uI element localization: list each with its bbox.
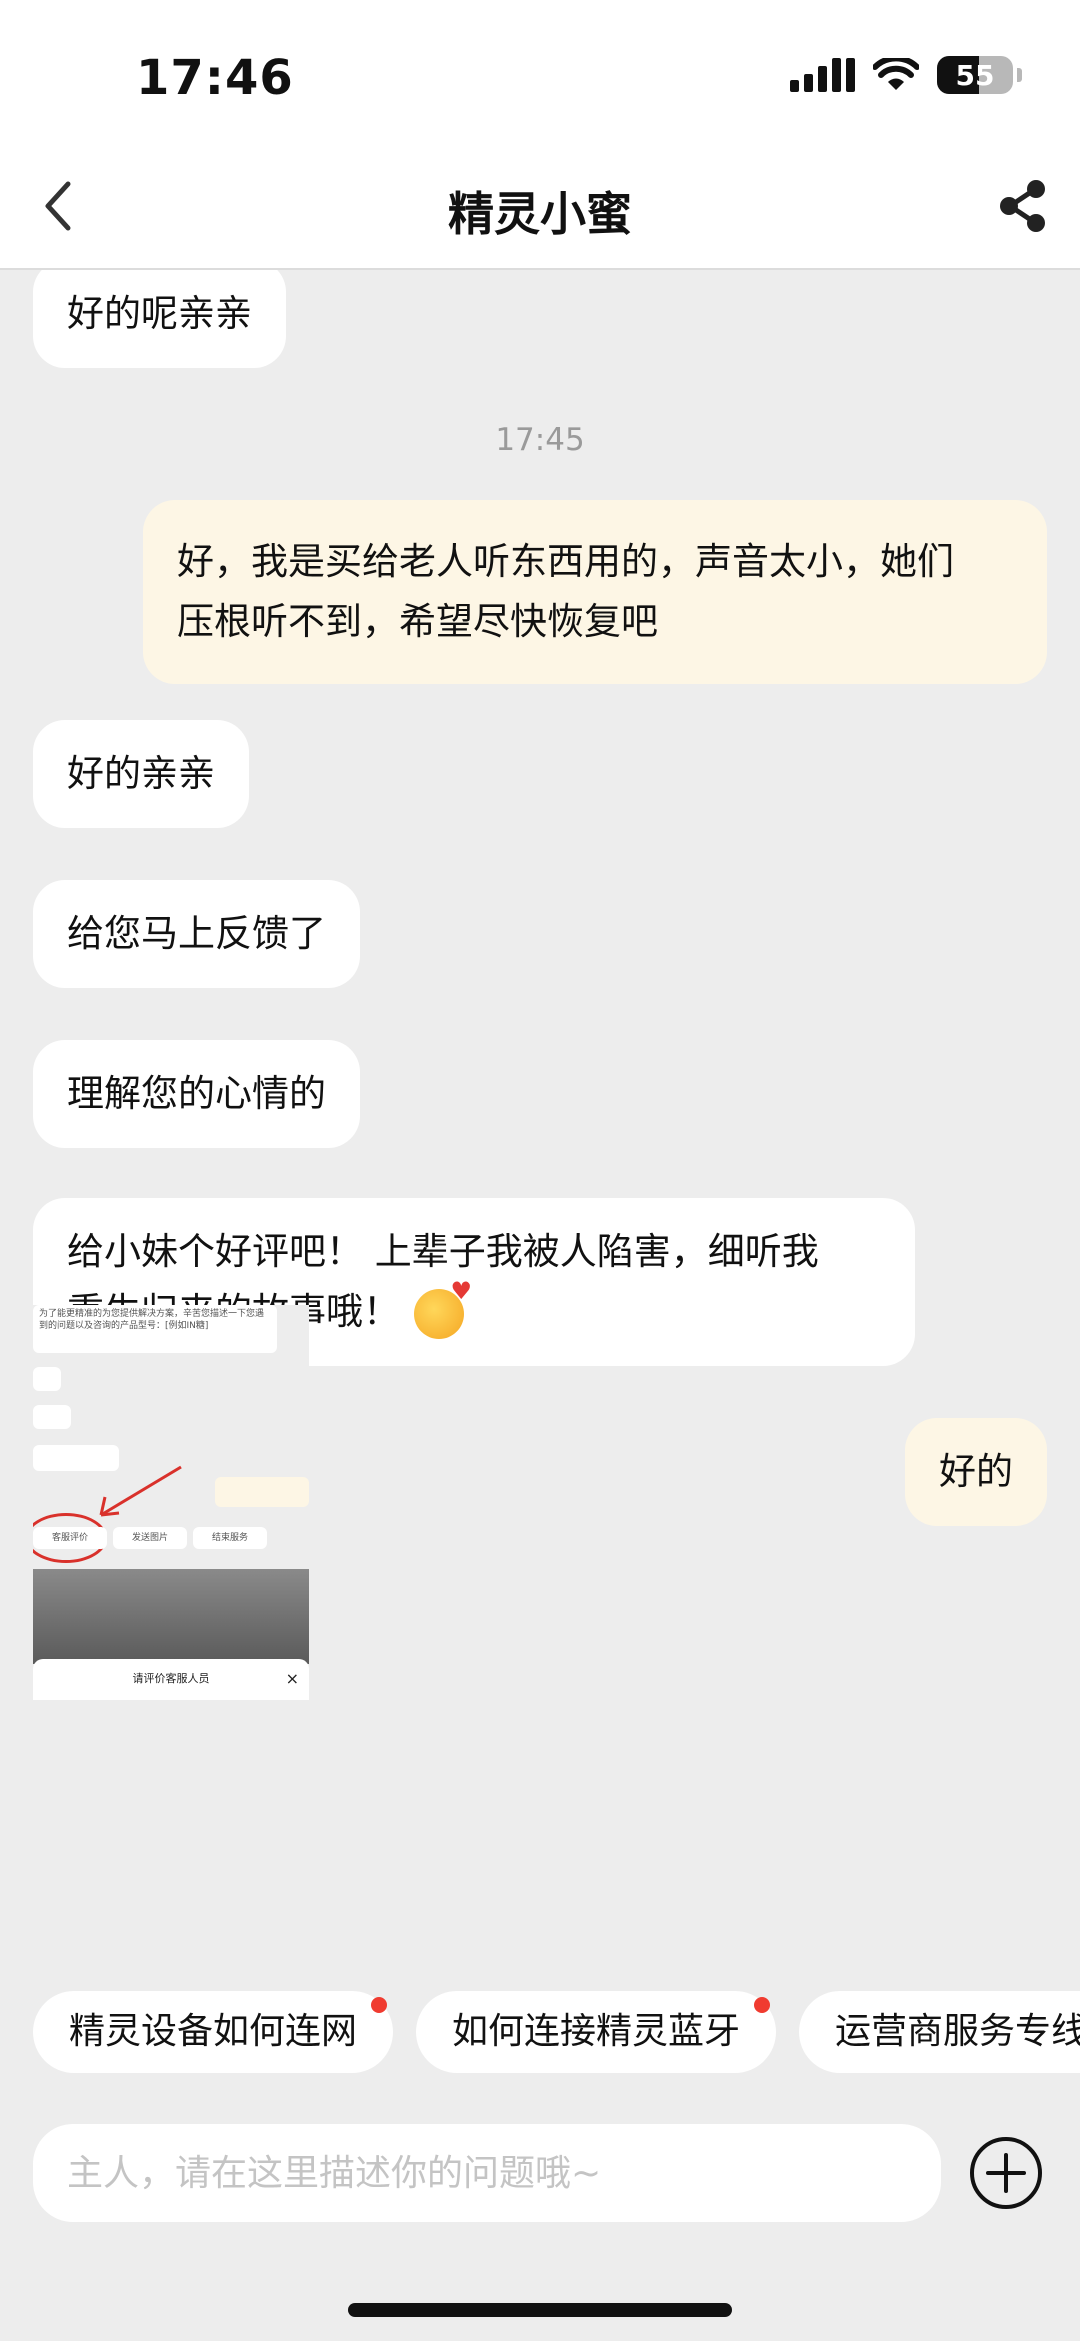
quick-chip-network[interactable]: 精灵设备如何连网 [33,1991,394,2073]
quick-chip-bluetooth[interactable]: 如何连接精灵蓝牙 [416,1991,777,2073]
message-bubble-incoming: 好的呢亲亲 [33,270,286,368]
wifi-icon [873,58,919,90]
blushing-kiss-emoji-icon [414,1279,472,1339]
message-input[interactable] [33,2124,941,2222]
chip-label: 如何连接精灵蓝牙 [452,2011,741,2052]
message-text: 好的呢亲亲 [67,292,252,335]
message-text-line: 给小妹个好评吧！ 上辈子我被人陷害，细听我 [67,1230,819,1273]
image-message-thumbnail[interactable]: 为了能更精准的为您提供解决方案，辛苦您描述一下您遇到的问题以及咨询的产品型号：[… [33,1305,309,1700]
red-arrow-annotation-icon [99,1465,182,1517]
message-bubble-incoming: 给您马上反馈了 [33,880,360,988]
thumbnail-intro-text: 为了能更精准的为您提供解决方案，辛苦您描述一下您遇到的问题以及咨询的产品型号：[… [33,1305,277,1353]
message-bubble-outgoing: 好的 [905,1418,1047,1526]
cellular-signal-icon [790,58,855,92]
message-text-line: 好，我是买给老人听东西用的，声音太小，她们 [177,540,954,583]
thumbnail-sheet-title: 请评价客服人员 [132,1672,210,1685]
unread-dot-icon [371,1997,388,2013]
thumbnail-button: 结束服务 [193,1527,267,1549]
status-icons: 55 [790,56,1022,94]
message-bubble-incoming: 理解您的心情的 [33,1040,360,1148]
thumbnail-overlay [33,1569,309,1664]
quick-chip-carrier[interactable]: 运营商服务专线 [799,1991,1080,2073]
message-text: 好的 [939,1450,1013,1493]
chip-label: 精灵设备如何连网 [69,2011,358,2052]
battery-level: 55 [955,58,995,92]
message-text: 给您马上反馈了 [67,912,326,955]
thumbnail-button: 客服评价 [33,1527,107,1549]
message-text: 理解您的心情的 [67,1072,326,1115]
page-title: 精灵小蜜 [448,187,632,241]
message-text: 好的亲亲 [67,752,215,795]
chat-area[interactable]: 好的呢亲亲 17:45 好，我是买给老人听东西用的，声音太小，她们 压根听不到，… [0,270,1080,1968]
status-time: 17:46 [136,50,294,106]
message-timestamp: 17:45 [495,422,585,458]
share-icon[interactable] [996,178,1050,234]
thumbnail-rating-sheet: 请评价客服人员 × [33,1659,309,1700]
unread-dot-icon [754,1997,771,2013]
top-bar: 17:46 55 精灵小蜜 [0,0,1080,270]
close-icon: × [285,1669,299,1688]
home-indicator[interactable] [348,2303,732,2317]
thumbnail-button: 发送图片 [113,1527,187,1549]
chip-label: 运营商服务专线 [835,2011,1080,2052]
message-bubble-outgoing: 好，我是买给老人听东西用的，声音太小，她们 压根听不到，希望尽快恢复吧 [143,500,1047,684]
battery-icon: 55 [937,56,1013,94]
quick-question-chips: 精灵设备如何连网 如何连接精灵蓝牙 运营商服务专线 [0,1968,1080,2098]
message-text-line: 压根听不到，希望尽快恢复吧 [177,600,658,643]
plus-circle-icon[interactable] [968,2135,1044,2211]
message-bubble-incoming: 好的亲亲 [33,720,249,828]
